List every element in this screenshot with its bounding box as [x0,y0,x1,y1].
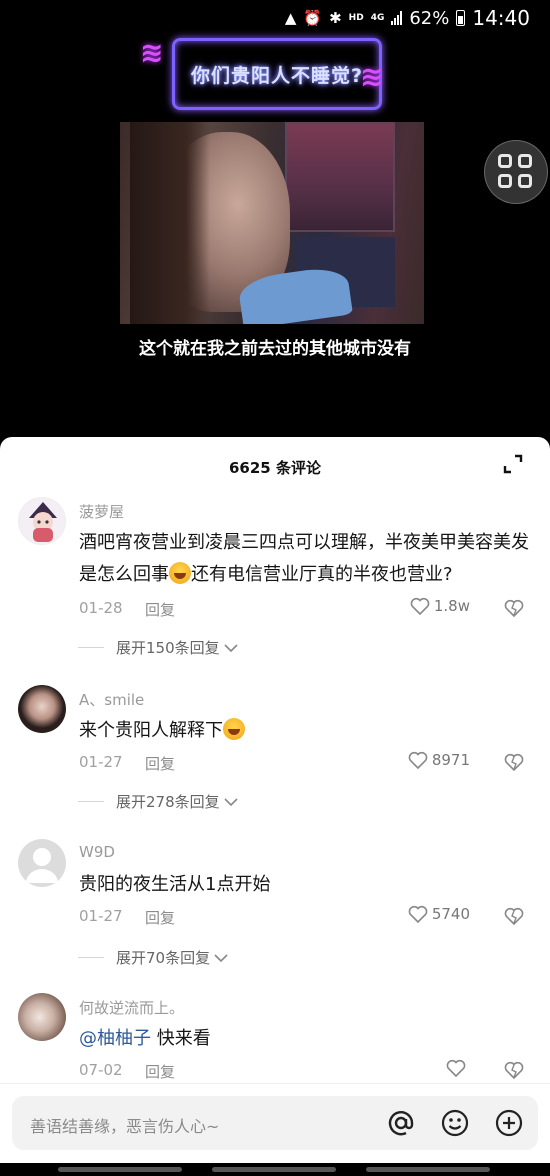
grid-view-icon[interactable] [484,140,548,204]
expand-replies-button[interactable]: 展开278条回复 [78,791,238,812]
nav-recent[interactable] [58,1167,182,1172]
signal-icon [391,11,403,25]
notification-icon: ▲ [284,9,297,27]
battery-percent: 62% [409,7,450,29]
nav-home[interactable] [212,1167,336,1172]
comment-username[interactable]: A、smile [79,689,144,710]
heart-icon [408,905,428,923]
add-icon[interactable] [494,1108,524,1138]
video-subtitle: 这个就在我之前去过的其他城市没有 [139,339,411,359]
fullscreen-icon[interactable] [502,453,524,475]
status-bar: ▲ ⏰ ✱ HD 4G 62% 14:40 [0,0,550,36]
expand-replies-label: 展开150条回复 [116,639,220,657]
divider-line [78,957,104,958]
comment-text-part: 快来看 [151,1028,211,1049]
expand-replies-label: 展开278条回复 [116,793,220,811]
comment-item: A、smile 来个贵阳人解释下 01-27 回复 8971 展开278条回复 [0,685,550,825]
comment-item: 菠萝屋 酒吧宵夜营业到凌晨三四点可以理解，半夜美甲美容美发是怎么回事 还有电信营业… [0,497,550,667]
network-gen-label: 4G [370,13,385,23]
comment-date: 01-27 [79,753,123,771]
comment-input-bar: 善语结善缘，恶言伤人心~ [0,1083,550,1163]
avatar[interactable] [18,993,66,1041]
mention-link[interactable]: @柚柚子 [79,1028,151,1049]
decorative-squiggle: ≋ [360,60,384,93]
comment-count: 6625 条评论 [229,459,321,477]
person-hair [130,122,210,324]
comment-input[interactable]: 善语结善缘，恶言伤人心~ [12,1096,538,1150]
mention-at-icon[interactable] [386,1108,416,1138]
alarm-icon: ⏰ [303,9,323,27]
reply-button[interactable]: 回复 [145,907,175,928]
comment-text: 酒吧宵夜营业到凌晨三四点可以理解，半夜美甲美容美发是怎么回事 还有电信营业厅真的半… [79,527,529,591]
comments-sheet: 6625 条评论 菠萝屋 酒吧宵夜营业到凌晨三四点可以理解，半夜美甲美容美发是怎… [0,437,550,1176]
like-count: 8971 [431,751,470,769]
video-frame [120,122,424,324]
nav-back[interactable] [366,1167,490,1172]
chevron-down-icon [214,953,228,962]
emoji-icon[interactable] [440,1108,470,1138]
comment-username[interactable]: 菠萝屋 [79,501,124,522]
hd-label: HD [348,13,364,23]
video-title: 你们贵阳人不睡觉? [190,64,364,87]
status-icons: ▲ ⏰ ✱ HD 4G 62% 14:40 [285,6,530,30]
comment-text: @柚柚子 快来看 [79,1023,529,1055]
comment-date: 01-27 [79,907,123,925]
broken-heart-icon[interactable] [504,753,524,771]
comment-text-part: 来个贵阳人解释下 [79,720,223,741]
avatar[interactable] [18,497,66,545]
background-poster [285,122,395,232]
comment-item: W9D 贵阳的夜生活从1点开始 01-27 回复 5740 展开70条回复 [0,839,550,979]
expand-replies-label: 展开70条回复 [116,949,211,967]
broken-heart-icon[interactable] [504,907,524,925]
video-title-banner: 你们贵阳人不睡觉? [172,38,382,110]
comment-input-placeholder: 善语结善缘，恶言伤人心~ [30,1117,220,1136]
comment-date: 01-28 [79,599,123,617]
divider-line [78,647,104,648]
comment-text-part: 贵阳的夜生活从1点开始 [79,874,271,895]
comment-item: 何故逆流而上。 @柚柚子 快来看 07-02 回复 [0,993,550,1093]
expand-replies-button[interactable]: 展开150条回复 [78,637,238,658]
comment-username[interactable]: 何故逆流而上。 [79,997,184,1018]
chevron-down-icon [224,797,238,806]
laughing-emoji-icon [169,562,191,584]
like-button[interactable]: 8971 [408,751,470,769]
system-nav-bar [0,1163,550,1176]
clock: 14:40 [472,6,530,30]
comment-text-part: 还有电信营业厅真的半夜也营业? [191,564,453,585]
heart-icon [446,1059,466,1077]
divider-line [78,801,104,802]
like-button[interactable] [446,1059,470,1077]
battery-icon [456,10,466,26]
avatar[interactable] [18,839,66,887]
reply-button[interactable]: 回复 [145,599,175,620]
comment-username[interactable]: W9D [79,843,115,861]
heart-icon [408,751,428,769]
decorative-squiggle: ≋ [140,36,164,69]
reply-button[interactable]: 回复 [145,1061,175,1082]
broken-heart-icon[interactable] [504,1061,524,1079]
heart-icon [410,597,430,615]
laughing-emoji-icon [223,718,245,740]
like-count: 1.8w [433,597,470,615]
broken-heart-icon[interactable] [504,599,524,617]
comment-text: 贵阳的夜生活从1点开始 [79,869,529,901]
comments-header: 6625 条评论 [0,437,550,497]
chevron-down-icon [224,643,238,652]
reply-button[interactable]: 回复 [145,753,175,774]
comment-date: 07-02 [79,1061,123,1079]
expand-replies-button[interactable]: 展开70条回复 [78,947,228,968]
avatar[interactable] [18,685,66,733]
comment-text: 来个贵阳人解释下 [79,715,529,747]
bluetooth-icon: ✱ [329,9,342,27]
like-button[interactable]: 1.8w [410,597,470,615]
like-button[interactable]: 5740 [408,905,470,923]
like-count: 5740 [431,905,470,923]
video-player[interactable]: ≋ 你们贵阳人不睡觉? ≋ 这个就在我之前去过的其他城市没有 [0,36,550,438]
